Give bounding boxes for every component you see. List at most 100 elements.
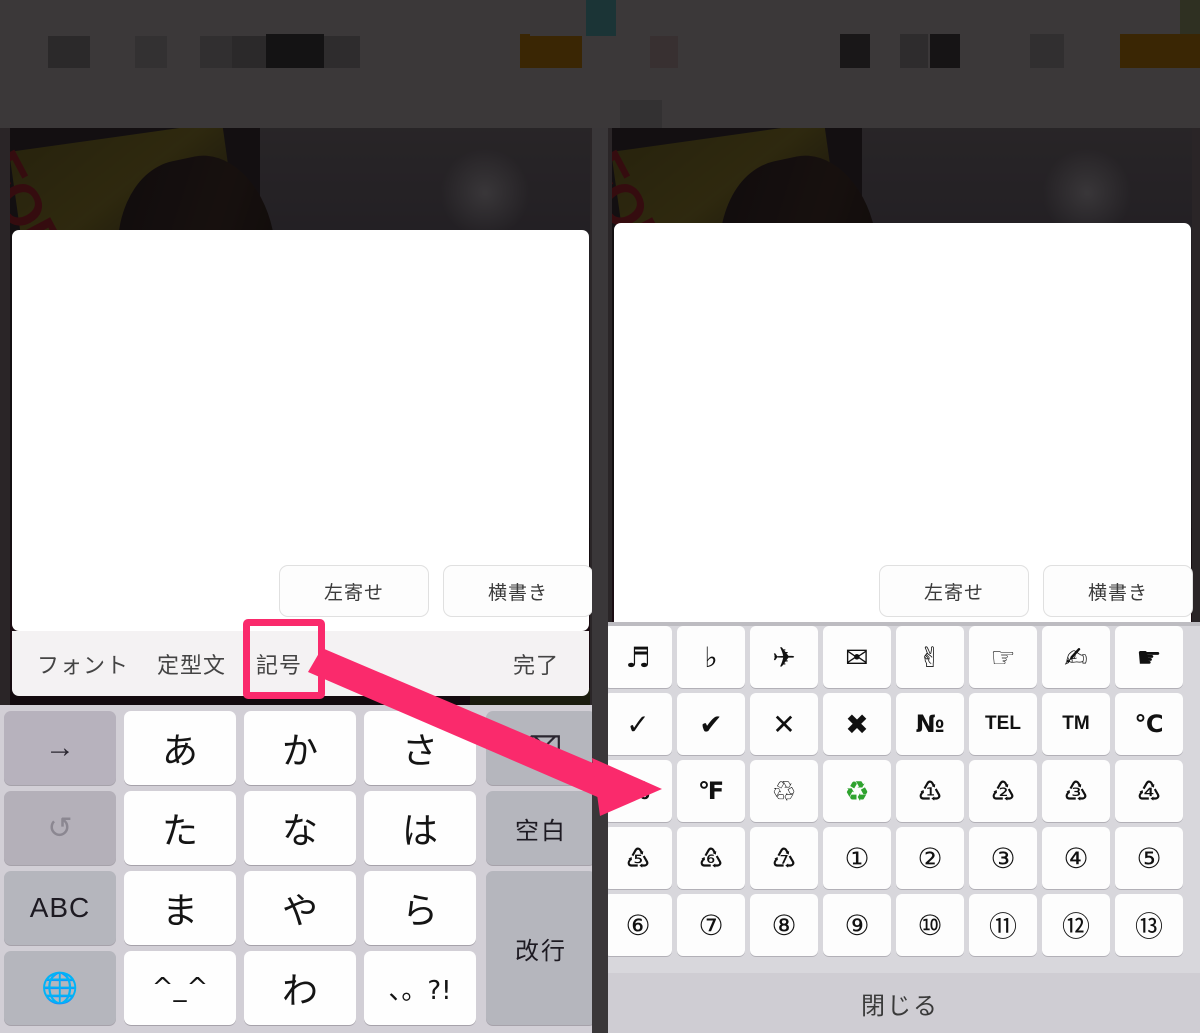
airplane-symbol-key[interactable]: ✈	[750, 626, 818, 688]
heavy-check-mark-symbol-key[interactable]: ✔	[677, 693, 745, 755]
space-key-label: 空白	[515, 816, 567, 845]
multiplication-x-symbol-key[interactable]: ✕	[750, 693, 818, 755]
circled-3-symbol-key-glyph: ③	[990, 841, 1016, 875]
trademark-symbol-key[interactable]: TM	[1042, 693, 1110, 755]
recycle-4-symbol-key[interactable]: ♶	[1115, 760, 1183, 822]
heavy-x-symbol-key[interactable]: ✖	[823, 693, 891, 755]
recycle-5-symbol-key[interactable]: ♷	[604, 827, 672, 889]
delete-key[interactable]: ⌫	[486, 711, 596, 785]
multiplication-x-symbol-key-glyph: ✕	[772, 707, 796, 741]
writing-hand-symbol-key[interactable]: ✍	[1042, 626, 1110, 688]
align-left-button-right[interactable]: 左寄せ	[879, 565, 1029, 617]
align-controls-left: 左寄せ 横書き	[279, 565, 593, 617]
percent-symbol-key[interactable]: %	[604, 760, 672, 822]
recycle-3-symbol-key[interactable]: ♵	[1042, 760, 1110, 822]
circled-7-symbol-key[interactable]: ⑦	[677, 894, 745, 956]
recycle-6-symbol-key[interactable]: ♸	[677, 827, 745, 889]
symbol-row: ♬ ♭ ✈ ✉ ✌ ☞ ✍ ☛	[600, 626, 1200, 688]
recycle-4-symbol-key-glyph: ♶	[1136, 774, 1162, 808]
symbol-row: ⑥ ⑦ ⑧ ⑨ ⑩ ⑪ ⑫ ⑬	[600, 894, 1200, 956]
circled-4-symbol-key[interactable]: ④	[1042, 827, 1110, 889]
text-edit-card-left[interactable]: 左寄せ 横書き	[12, 230, 593, 631]
align-left-button[interactable]: 左寄せ	[279, 565, 429, 617]
telephone-symbol-key[interactable]: TEL	[969, 693, 1037, 755]
abc-mode-key[interactable]: ABC	[4, 871, 116, 945]
symbol-grid: ♬ ♭ ✈ ✉ ✌ ☞ ✍ ☛ ✓ ✔ ✕ ✖ № TEL TM ℃% ℉ ♲ ♻ ♳ ♴ ♵ ♶ ♷ ♸ ♹ ① ② ③ ④ ⑤ ⑥ ⑦ ⑧ ⑨ ⑩…	[600, 626, 1200, 961]
recycle-7-symbol-key[interactable]: ♹	[750, 827, 818, 889]
kaomoji-key[interactable]: ^_^	[124, 951, 236, 1025]
recycle-outline-symbol-key-glyph: ♲	[771, 774, 797, 808]
circled-6-symbol-key-glyph: ⑥	[625, 908, 651, 942]
circled-6-symbol-key[interactable]: ⑥	[604, 894, 672, 956]
numero-symbol-key[interactable]: №	[896, 693, 964, 755]
recycle-1-symbol-key-glyph: ♳	[917, 774, 943, 808]
circled-13-symbol-key[interactable]: ⑬	[1115, 894, 1183, 956]
globe-key[interactable]: 🌐	[4, 951, 116, 1025]
kana-key-ra[interactable]: ら	[364, 871, 476, 945]
recycle-green-symbol-key[interactable]: ♻	[823, 760, 891, 822]
kana-key-wa[interactable]: わ	[244, 951, 356, 1025]
space-key[interactable]: 空白	[486, 791, 596, 865]
globe-key-label: 🌐	[41, 971, 79, 1005]
circled-9-symbol-key[interactable]: ⑨	[823, 894, 891, 956]
symbol-row: ✓ ✔ ✕ ✖ № TEL TM ℃	[600, 693, 1200, 755]
close-keyboard-bar[interactable]: 閉じる	[600, 973, 1200, 1033]
text-edit-card-right[interactable]: 左寄せ 横書き	[614, 223, 1193, 631]
envelope-symbol-key[interactable]: ✉	[823, 626, 891, 688]
victory-hand-symbol-key[interactable]: ✌	[896, 626, 964, 688]
circled-5-symbol-key-glyph: ⑤	[1136, 841, 1162, 875]
check-mark-symbol-key[interactable]: ✓	[604, 693, 672, 755]
music-notes-symbol-key[interactable]: ♬	[604, 626, 672, 688]
symbol-keyboard: ♬ ♭ ✈ ✉ ✌ ☞ ✍ ☛ ✓ ✔ ✕ ✖ № TEL TM ℃% ℉ ♲ ♻ ♳ ♴ ♵ ♶ ♷ ♸ ♹ ① ② ③ ④ ⑤ ⑥ ⑦ ⑧ ⑨ ⑩…	[600, 622, 1200, 1033]
return-key[interactable]: 改行	[486, 871, 596, 1025]
circled-11-symbol-key[interactable]: ⑪	[969, 894, 1037, 956]
punctuation-key-label: 、。?!	[388, 975, 452, 1006]
circled-10-symbol-key[interactable]: ⑩	[896, 894, 964, 956]
circled-1-symbol-key[interactable]: ①	[823, 827, 891, 889]
circled-2-symbol-key-glyph: ②	[917, 841, 943, 875]
celsius-symbol-key[interactable]: ℃	[1115, 693, 1183, 755]
pointing-hand-symbol-key[interactable]: ☞	[969, 626, 1037, 688]
kana-key-ra-label: ら	[401, 891, 438, 932]
black-pointer-symbol-key[interactable]: ☛	[1115, 626, 1183, 688]
undo-key[interactable]: ↺	[4, 791, 116, 865]
fahrenheit-symbol-key[interactable]: ℉	[677, 760, 745, 822]
circled-8-symbol-key[interactable]: ⑧	[750, 894, 818, 956]
toolbar-font-button[interactable]: フォント	[37, 648, 129, 680]
circled-2-symbol-key[interactable]: ②	[896, 827, 964, 889]
kana-key-ta[interactable]: た	[124, 791, 236, 865]
circled-12-symbol-key[interactable]: ⑫	[1042, 894, 1110, 956]
recycle-1-symbol-key[interactable]: ♳	[896, 760, 964, 822]
toolbar-template-button[interactable]: 定型文	[157, 648, 226, 680]
kana-key-na[interactable]: な	[244, 791, 356, 865]
kana-key-ka[interactable]: か	[244, 711, 356, 785]
kana-key-ya[interactable]: や	[244, 871, 356, 945]
fahrenheit-symbol-key-glyph: ℉	[697, 777, 725, 805]
circled-3-symbol-key[interactable]: ③	[969, 827, 1037, 889]
kana-key-sa[interactable]: さ	[364, 711, 476, 785]
punctuation-key[interactable]: 、。?!	[364, 951, 476, 1025]
symbol-row: ♷ ♸ ♹ ① ② ③ ④ ⑤	[600, 827, 1200, 889]
airplane-symbol-key-glyph: ✈	[772, 640, 796, 674]
toolbar-done-button[interactable]: 完了	[513, 648, 559, 680]
kana-key-ka-label: か	[281, 731, 318, 772]
kana-key-ha[interactable]: は	[364, 791, 476, 865]
telephone-symbol-key-glyph: TEL	[985, 713, 1021, 734]
undo-key-label: ↺	[47, 811, 73, 845]
recycle-outline-symbol-key[interactable]: ♲	[750, 760, 818, 822]
celsius-symbol-key-glyph: ℃	[1134, 710, 1164, 738]
circled-12-symbol-key-glyph: ⑫	[1061, 910, 1090, 943]
flat-note-symbol-key[interactable]: ♭	[677, 626, 745, 688]
recycle-2-symbol-key[interactable]: ♴	[969, 760, 1037, 822]
envelope-symbol-key-glyph: ✉	[845, 640, 869, 674]
kana-key-a-label: あ	[161, 731, 198, 772]
kana-key-a[interactable]: あ	[124, 711, 236, 785]
kana-key-sa-label: さ	[401, 731, 438, 772]
kana-key-ma[interactable]: ま	[124, 871, 236, 945]
recycle-6-symbol-key-glyph: ♸	[698, 841, 724, 875]
writing-direction-button[interactable]: 横書き	[443, 565, 593, 617]
writing-direction-button-right[interactable]: 横書き	[1043, 565, 1193, 617]
cursor-right-key[interactable]: →	[4, 711, 116, 785]
circled-5-symbol-key[interactable]: ⑤	[1115, 827, 1183, 889]
kana-key-ya-label: や	[281, 891, 318, 932]
